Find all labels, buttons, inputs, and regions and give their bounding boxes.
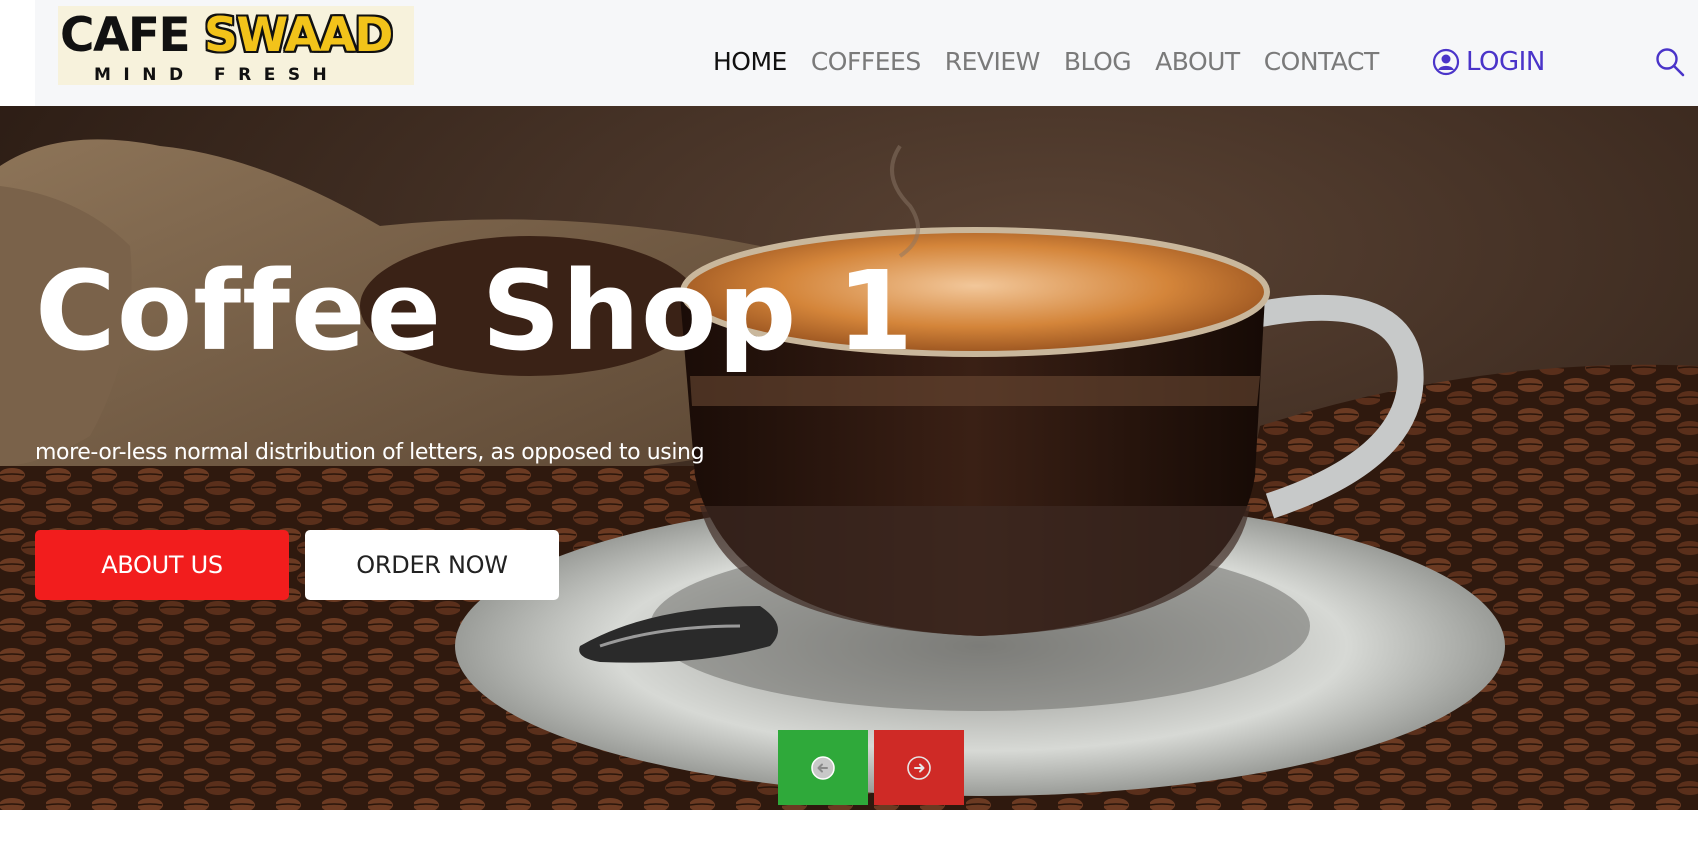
slider-next-button[interactable] (874, 730, 964, 805)
nav-item-review[interactable]: REVIEW (945, 44, 1041, 80)
main-nav: HOME COFFEES REVIEW BLOG ABOUT CONTACT (713, 44, 1403, 80)
arrow-left-circle-icon (811, 755, 835, 780)
nav-item-about[interactable]: ABOUT (1155, 44, 1240, 80)
nav-item-blog[interactable]: BLOG (1064, 44, 1132, 80)
brand-logo[interactable]: CAFE SWAAD MIND FRESH (58, 6, 414, 85)
about-us-button[interactable]: ABOUT US (35, 530, 289, 600)
search-icon[interactable] (1654, 46, 1686, 78)
nav-item-home[interactable]: HOME (713, 44, 787, 80)
user-circle-icon (1432, 48, 1460, 76)
hero-slider: Coffee Shop 1 more-or-less normal distri… (0, 106, 1698, 810)
hero-title: Coffee Shop 1 (35, 247, 915, 375)
site-header: CAFE SWAAD MIND FRESH HOME COFFEES REVIE… (35, 0, 1698, 106)
hero-subtitle: more-or-less normal distribution of lett… (35, 440, 705, 465)
brand-tagline: MIND FRESH (94, 65, 340, 85)
brand-name-part2: SWAAD (204, 8, 393, 63)
arrow-right-circle-icon (907, 755, 931, 780)
slider-prev-button[interactable] (778, 730, 868, 805)
login-label: LOGIN (1466, 47, 1545, 77)
order-now-button[interactable]: ORDER NOW (305, 530, 559, 600)
page-bottom-area (0, 810, 1698, 849)
brand-name-part1: CAFE (60, 8, 191, 63)
login-link[interactable]: LOGIN (1432, 44, 1545, 80)
nav-item-contact[interactable]: CONTACT (1264, 44, 1380, 80)
nav-item-coffees[interactable]: COFFEES (811, 44, 921, 80)
